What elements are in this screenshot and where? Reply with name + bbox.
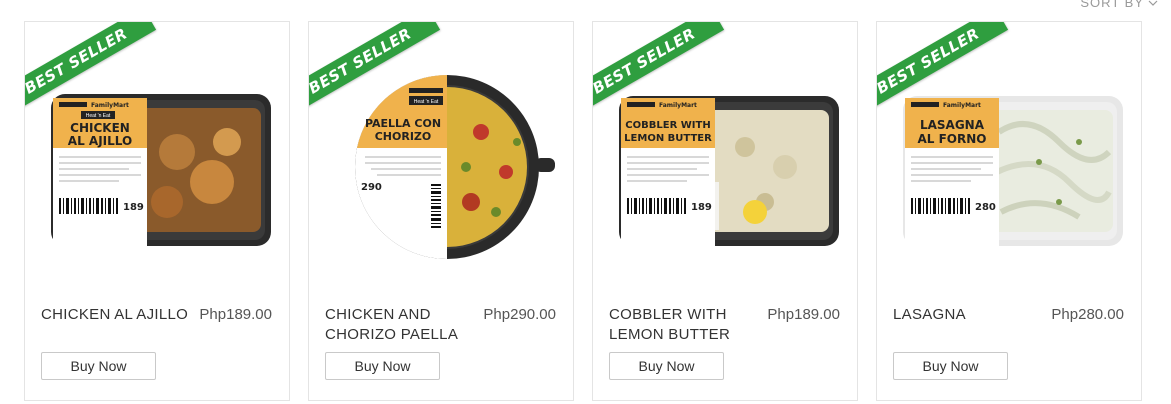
sort-by-dropdown[interactable]: SORT BY (1080, 0, 1158, 10)
product-name[interactable]: CHICKEN AL AJILLO (41, 305, 191, 325)
product-name[interactable]: CHICKEN AND CHORIZO PAELLA (325, 305, 475, 345)
chevron-down-icon (1148, 0, 1158, 6)
label-title-line: AL AJILLO (68, 134, 132, 148)
label-price: 290 (361, 182, 382, 193)
label-title-line: PAELLA CON (365, 117, 441, 130)
product-image[interactable]: Heat 'n Eat PAELLA CON CHORIZO 290 (321, 72, 561, 262)
product-card[interactable]: BEST SELLER Heat 'n Eat PAELLA CON CHORI… (308, 21, 574, 401)
brand-store-text: FamilyMart (659, 102, 697, 109)
brand-line-text: Heat 'n Eat (414, 99, 439, 105)
product-price: Php189.00 (199, 306, 272, 323)
product-card[interactable]: BEST SELLER FamilyMart Heat 'n Eat CHICK… (24, 21, 290, 401)
brand-store-text: FamilyMart (943, 102, 981, 109)
label-price: 189 (691, 202, 712, 213)
label-title-line: CHICKEN (70, 121, 130, 135)
buy-now-button[interactable]: Buy Now (41, 352, 156, 380)
product-name[interactable]: COBBLER WITH LEMON BUTTER (609, 305, 759, 345)
label-title-line: LEMON BUTTER (624, 133, 712, 144)
label-title-line: COBBLER WITH (625, 120, 710, 131)
buy-now-button[interactable]: Buy Now (893, 352, 1008, 380)
label-title-line: CHORIZO (375, 130, 432, 143)
product-card[interactable]: BEST SELLER FamilyMart LASAGNA AL FORNO (876, 21, 1142, 401)
product-image[interactable]: FamilyMart LASAGNA AL FORNO 280 (889, 72, 1129, 262)
product-name[interactable]: LASAGNA (893, 305, 1043, 325)
label-price: 189 (123, 202, 144, 213)
product-price: Php280.00 (1051, 306, 1124, 323)
label-title-line: AL FORNO (918, 132, 987, 146)
product-price: Php189.00 (767, 306, 840, 323)
sort-by-label: SORT BY (1080, 0, 1144, 10)
product-card[interactable]: BEST SELLER FamilyMart COBBLER WITH LEMO… (592, 21, 858, 401)
brand-line-text: Heat 'n Eat (86, 113, 111, 119)
buy-now-button[interactable]: Buy Now (609, 352, 724, 380)
product-image[interactable]: FamilyMart Heat 'n Eat CHICKEN AL AJILLO… (37, 72, 277, 262)
brand-store-text: FamilyMart (91, 102, 129, 109)
product-price: Php290.00 (483, 306, 556, 323)
label-price: 280 (975, 202, 996, 213)
label-title-line: LASAGNA (920, 118, 985, 132)
buy-now-button[interactable]: Buy Now (325, 352, 440, 380)
product-image[interactable]: FamilyMart COBBLER WITH LEMON BUTTER 189 (605, 72, 845, 262)
